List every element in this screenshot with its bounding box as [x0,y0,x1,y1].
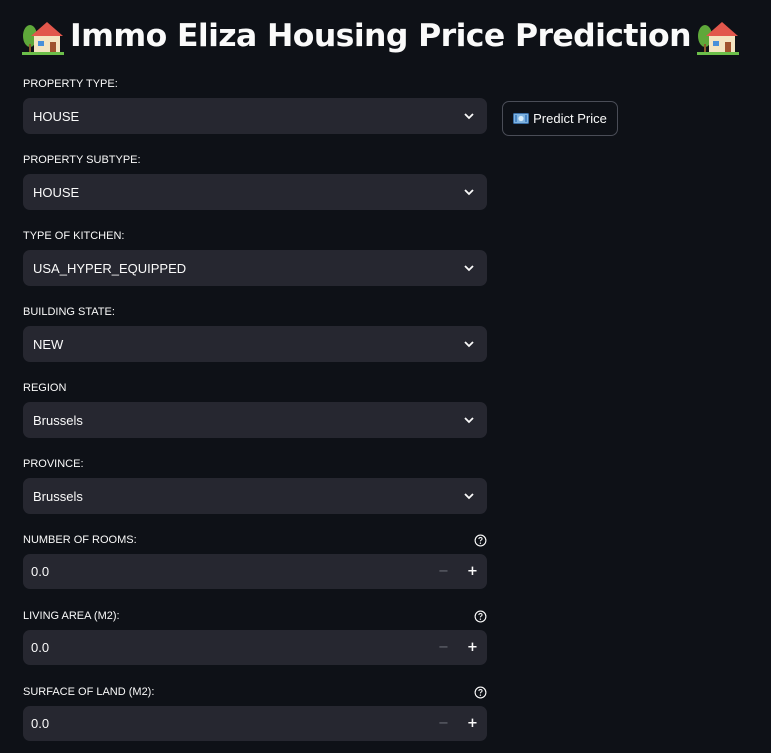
living-area-label: LIVING AREA (M2): [23,610,120,622]
chevron-down-icon [464,189,474,196]
province-field: PROVINCE: Brussels [23,454,487,514]
help-icon[interactable] [474,534,487,547]
rooms-decrement-button[interactable]: − [429,554,458,589]
app-page: Immo Eliza Housing Price Prediction PROP… [0,0,771,753]
rooms-number-input[interactable]: 0.0 − + [23,554,487,589]
province-value: Brussels [33,488,83,504]
chevron-down-icon [464,113,474,120]
title-text: Immo Eliza Housing Price Prediction [70,18,692,54]
building-state-field: BUILDING STATE: NEW [23,302,487,362]
page-title: Immo Eliza Housing Price Prediction [22,12,762,60]
living-area-label-row: LIVING AREA (M2): [23,606,487,626]
kitchen-type-value: USA_HYPER_EQUIPPED [33,260,187,276]
property-subtype-value: HOUSE [33,184,80,200]
living-area-number-input[interactable]: 0.0 − + [23,630,487,665]
chevron-down-icon [464,493,474,500]
property-type-value: HOUSE [33,108,80,124]
kitchen-type-select[interactable]: USA_HYPER_EQUIPPED [23,250,487,286]
chevron-down-icon [464,341,474,348]
living-area-field: LIVING AREA (M2): 0.0 − + [23,606,487,665]
living-area-value[interactable]: 0.0 [23,640,429,655]
kitchen-type-field: TYPE OF KITCHEN: USA_HYPER_EQUIPPED [23,226,487,286]
rooms-label: NUMBER OF ROOMS: [23,534,137,546]
region-label: REGION [23,382,67,394]
living-area-increment-button[interactable]: + [458,630,487,665]
predict-price-button[interactable]: Predict Price [502,101,618,136]
rooms-increment-button[interactable]: + [458,554,487,589]
kitchen-type-label: TYPE OF KITCHEN: [23,230,125,242]
rooms-field: NUMBER OF ROOMS: 0.0 − + [23,530,487,589]
chevron-down-icon [464,417,474,424]
house-with-garden-icon [696,22,739,55]
rooms-label-row: NUMBER OF ROOMS: [23,530,487,550]
province-select[interactable]: Brussels [23,478,487,514]
building-state-label: BUILDING STATE: [23,306,115,318]
property-type-field: PROPERTY TYPE: HOUSE [23,74,487,134]
land-surface-field: SURFACE OF LAND (M2): 0.0 − + [23,682,487,741]
banknote-icon [513,113,530,124]
land-surface-value[interactable]: 0.0 [23,716,429,731]
property-subtype-field: PROPERTY SUBTYPE: HOUSE [23,150,487,210]
building-state-value: NEW [33,336,64,352]
chevron-down-icon [464,265,474,272]
rooms-value[interactable]: 0.0 [23,564,429,579]
land-surface-decrement-button[interactable]: − [429,706,458,741]
property-subtype-label: PROPERTY SUBTYPE: [23,154,141,166]
land-surface-label-row: SURFACE OF LAND (M2): [23,682,487,702]
house-with-garden-icon [22,22,64,55]
living-area-decrement-button[interactable]: − [429,630,458,665]
property-subtype-select[interactable]: HOUSE [23,174,487,210]
property-type-select[interactable]: HOUSE [23,98,487,134]
province-label: PROVINCE: [23,458,84,470]
help-icon[interactable] [474,610,487,623]
predict-price-label: Predict Price [533,111,607,126]
region-value: Brussels [33,412,83,428]
land-surface-number-input[interactable]: 0.0 − + [23,706,487,741]
help-icon[interactable] [474,686,487,699]
region-select[interactable]: Brussels [23,402,487,438]
land-surface-label: SURFACE OF LAND (M2): [23,686,155,698]
region-field: REGION Brussels [23,378,487,438]
property-type-label: PROPERTY TYPE: [23,78,118,90]
building-state-select[interactable]: NEW [23,326,487,362]
land-surface-increment-button[interactable]: + [458,706,487,741]
prediction-form: PROPERTY TYPE: HOUSE PROPERTY SUBTYPE: H… [23,74,487,741]
